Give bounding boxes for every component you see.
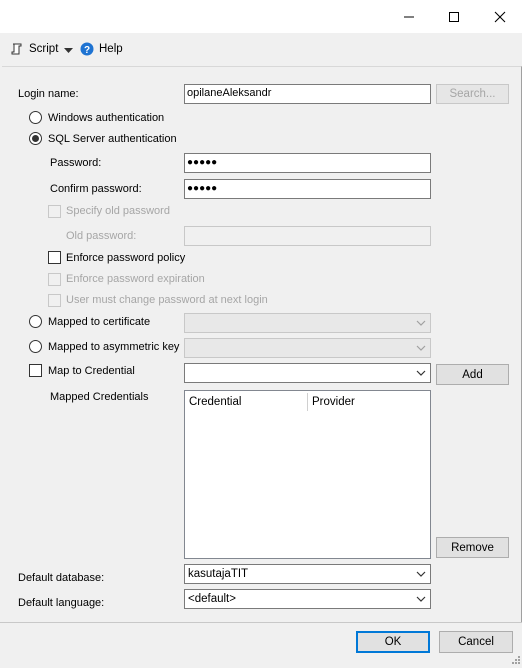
windows-auth-radio[interactable] [29, 111, 42, 124]
search-button[interactable]: Search... [436, 84, 509, 104]
maximize-button[interactable] [431, 0, 477, 33]
mapped-asymmetric-radio[interactable] [29, 340, 42, 353]
minimize-icon [404, 16, 414, 17]
sql-auth-label: SQL Server authentication [48, 133, 177, 145]
must-change-checkbox[interactable] [48, 294, 61, 307]
close-icon [494, 11, 506, 22]
ok-button[interactable]: OK [356, 631, 430, 653]
chevron-down-icon [64, 48, 73, 53]
help-icon: ? [80, 42, 94, 56]
confirm-password-label: Confirm password: [50, 183, 142, 195]
specify-old-password-checkbox[interactable] [48, 205, 61, 218]
toolbar [0, 34, 522, 66]
chevron-down-icon [412, 370, 430, 376]
password-input[interactable]: ●●●●● [184, 153, 431, 173]
must-change-label: User must change password at next login [66, 294, 268, 306]
windows-auth-label: Windows authentication [48, 112, 165, 124]
grid-header: Credential Provider [185, 393, 430, 411]
specify-old-password-label: Specify old password [66, 205, 170, 217]
default-language-select[interactable]: <default> [184, 589, 431, 609]
remove-button[interactable]: Remove [436, 537, 509, 558]
mapped-credentials-grid[interactable]: Credential Provider [184, 390, 431, 559]
enforce-expiration-label: Enforce password expiration [66, 273, 205, 285]
help-button[interactable]: ? Help [80, 42, 123, 56]
script-icon [11, 43, 22, 55]
map-credential-checkbox[interactable] [29, 364, 42, 377]
sql-auth-radio[interactable] [29, 132, 42, 145]
map-credential-label: Map to Credential [48, 365, 135, 377]
enforce-policy-checkbox[interactable] [48, 251, 61, 264]
chevron-down-icon [412, 320, 430, 326]
enforce-expiration-checkbox[interactable] [48, 273, 61, 286]
script-dropdown[interactable] [64, 45, 73, 57]
asymmetric-key-select[interactable] [184, 338, 431, 358]
column-header-provider[interactable]: Provider [308, 393, 428, 411]
chevron-down-icon [412, 596, 430, 602]
login-name-input[interactable]: opilaneAleksandr [184, 84, 431, 104]
cancel-button[interactable]: Cancel [439, 631, 513, 653]
mapped-credentials-label: Mapped Credentials [50, 391, 149, 403]
default-database-select[interactable]: kasutajaTIT [184, 564, 431, 584]
radio-selected-dot [32, 135, 39, 142]
certificate-select[interactable] [184, 313, 431, 333]
help-label: Help [99, 43, 123, 55]
old-password-label: Old password: [66, 230, 137, 242]
resize-grip-icon[interactable] [511, 655, 521, 668]
script-button[interactable]: Script [10, 42, 58, 56]
default-database-value: kasutajaTIT [188, 568, 249, 580]
old-password-input[interactable] [184, 226, 431, 246]
script-label: Script [29, 43, 59, 55]
column-header-credential[interactable]: Credential [185, 393, 308, 411]
password-label: Password: [50, 157, 102, 169]
mapped-certificate-label: Mapped to certificate [48, 316, 151, 328]
credential-select[interactable] [184, 363, 431, 383]
maximize-icon [449, 11, 459, 22]
chevron-down-icon [412, 345, 430, 351]
close-button[interactable] [477, 0, 522, 33]
default-language-value: <default> [188, 593, 236, 605]
minimize-button[interactable] [386, 0, 432, 33]
default-language-label: Default language: [18, 597, 105, 609]
default-database-label: Default database: [18, 572, 105, 584]
confirm-password-input[interactable]: ●●●●● [184, 179, 431, 199]
login-name-label: Login name: [18, 88, 79, 100]
chevron-down-icon [412, 571, 430, 577]
mapped-asymmetric-label: Mapped to asymmetric key [48, 341, 180, 353]
svg-text:?: ? [84, 45, 90, 56]
mapped-certificate-radio[interactable] [29, 315, 42, 328]
enforce-policy-label: Enforce password policy [66, 252, 186, 264]
add-button[interactable]: Add [436, 364, 509, 385]
